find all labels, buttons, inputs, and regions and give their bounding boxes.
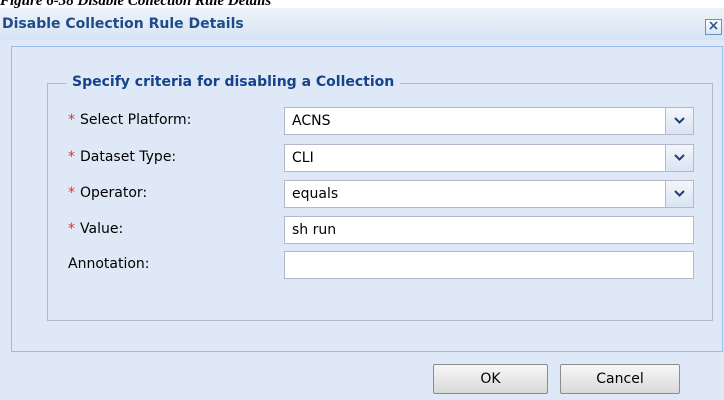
operator-dropdown-trigger[interactable] (665, 181, 693, 207)
ok-button[interactable]: OK (433, 364, 548, 394)
platform-select[interactable]: ACNS (284, 107, 694, 135)
chevron-down-icon (674, 190, 685, 197)
platform-dropdown-trigger[interactable] (665, 108, 693, 134)
operator-select[interactable]: equals (284, 180, 694, 208)
chevron-down-icon (674, 154, 685, 161)
value-row: * Value: sh run (48, 215, 714, 245)
chevron-down-icon (674, 117, 685, 124)
dialog-titlebar: Disable Collection Rule Details × (0, 8, 724, 40)
dataset-type-select[interactable]: CLI (284, 144, 694, 172)
required-marker: * (68, 221, 75, 237)
annotation-input[interactable] (284, 251, 694, 279)
operator-value: equals (292, 186, 339, 202)
dataset-type-row: * Dataset Type: CLI (48, 143, 714, 173)
platform-label: * Select Platform: (68, 112, 192, 128)
value-input-text: sh run (292, 222, 337, 238)
dialog-body: Specify criteria for disabling a Collect… (11, 46, 723, 352)
close-button[interactable]: × (705, 19, 722, 35)
criteria-fieldset: Specify criteria for disabling a Collect… (47, 74, 714, 321)
required-marker: * (68, 112, 75, 128)
disable-collection-rule-dialog: Disable Collection Rule Details × Specif… (0, 8, 724, 400)
operator-row: * Operator: equals (48, 179, 714, 209)
platform-value: ACNS (292, 113, 331, 129)
dataset-type-value: CLI (292, 150, 314, 166)
annotation-label: Annotation: (68, 256, 150, 272)
dataset-type-dropdown-trigger[interactable] (665, 145, 693, 171)
value-label: * Value: (68, 221, 124, 237)
required-marker: * (68, 185, 75, 201)
close-icon: × (707, 18, 720, 34)
dialog-title: Disable Collection Rule Details (2, 16, 244, 32)
required-marker: * (68, 149, 75, 165)
platform-row: * Select Platform: ACNS (48, 106, 714, 136)
dataset-type-label: * Dataset Type: (68, 149, 177, 165)
fieldset-legend: Specify criteria for disabling a Collect… (66, 74, 401, 90)
operator-label: * Operator: (68, 185, 148, 201)
value-input[interactable]: sh run (284, 216, 694, 244)
annotation-row: Annotation: (48, 250, 714, 280)
cancel-button[interactable]: Cancel (560, 364, 680, 394)
